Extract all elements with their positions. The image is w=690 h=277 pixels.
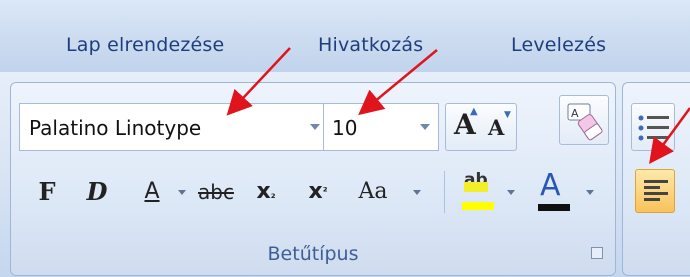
red-arrow-icon: [358, 49, 438, 116]
annotation-overlay: [226, 47, 690, 165]
red-arrow-icon: [226, 47, 291, 116]
red-arrow-icon: [649, 107, 690, 165]
